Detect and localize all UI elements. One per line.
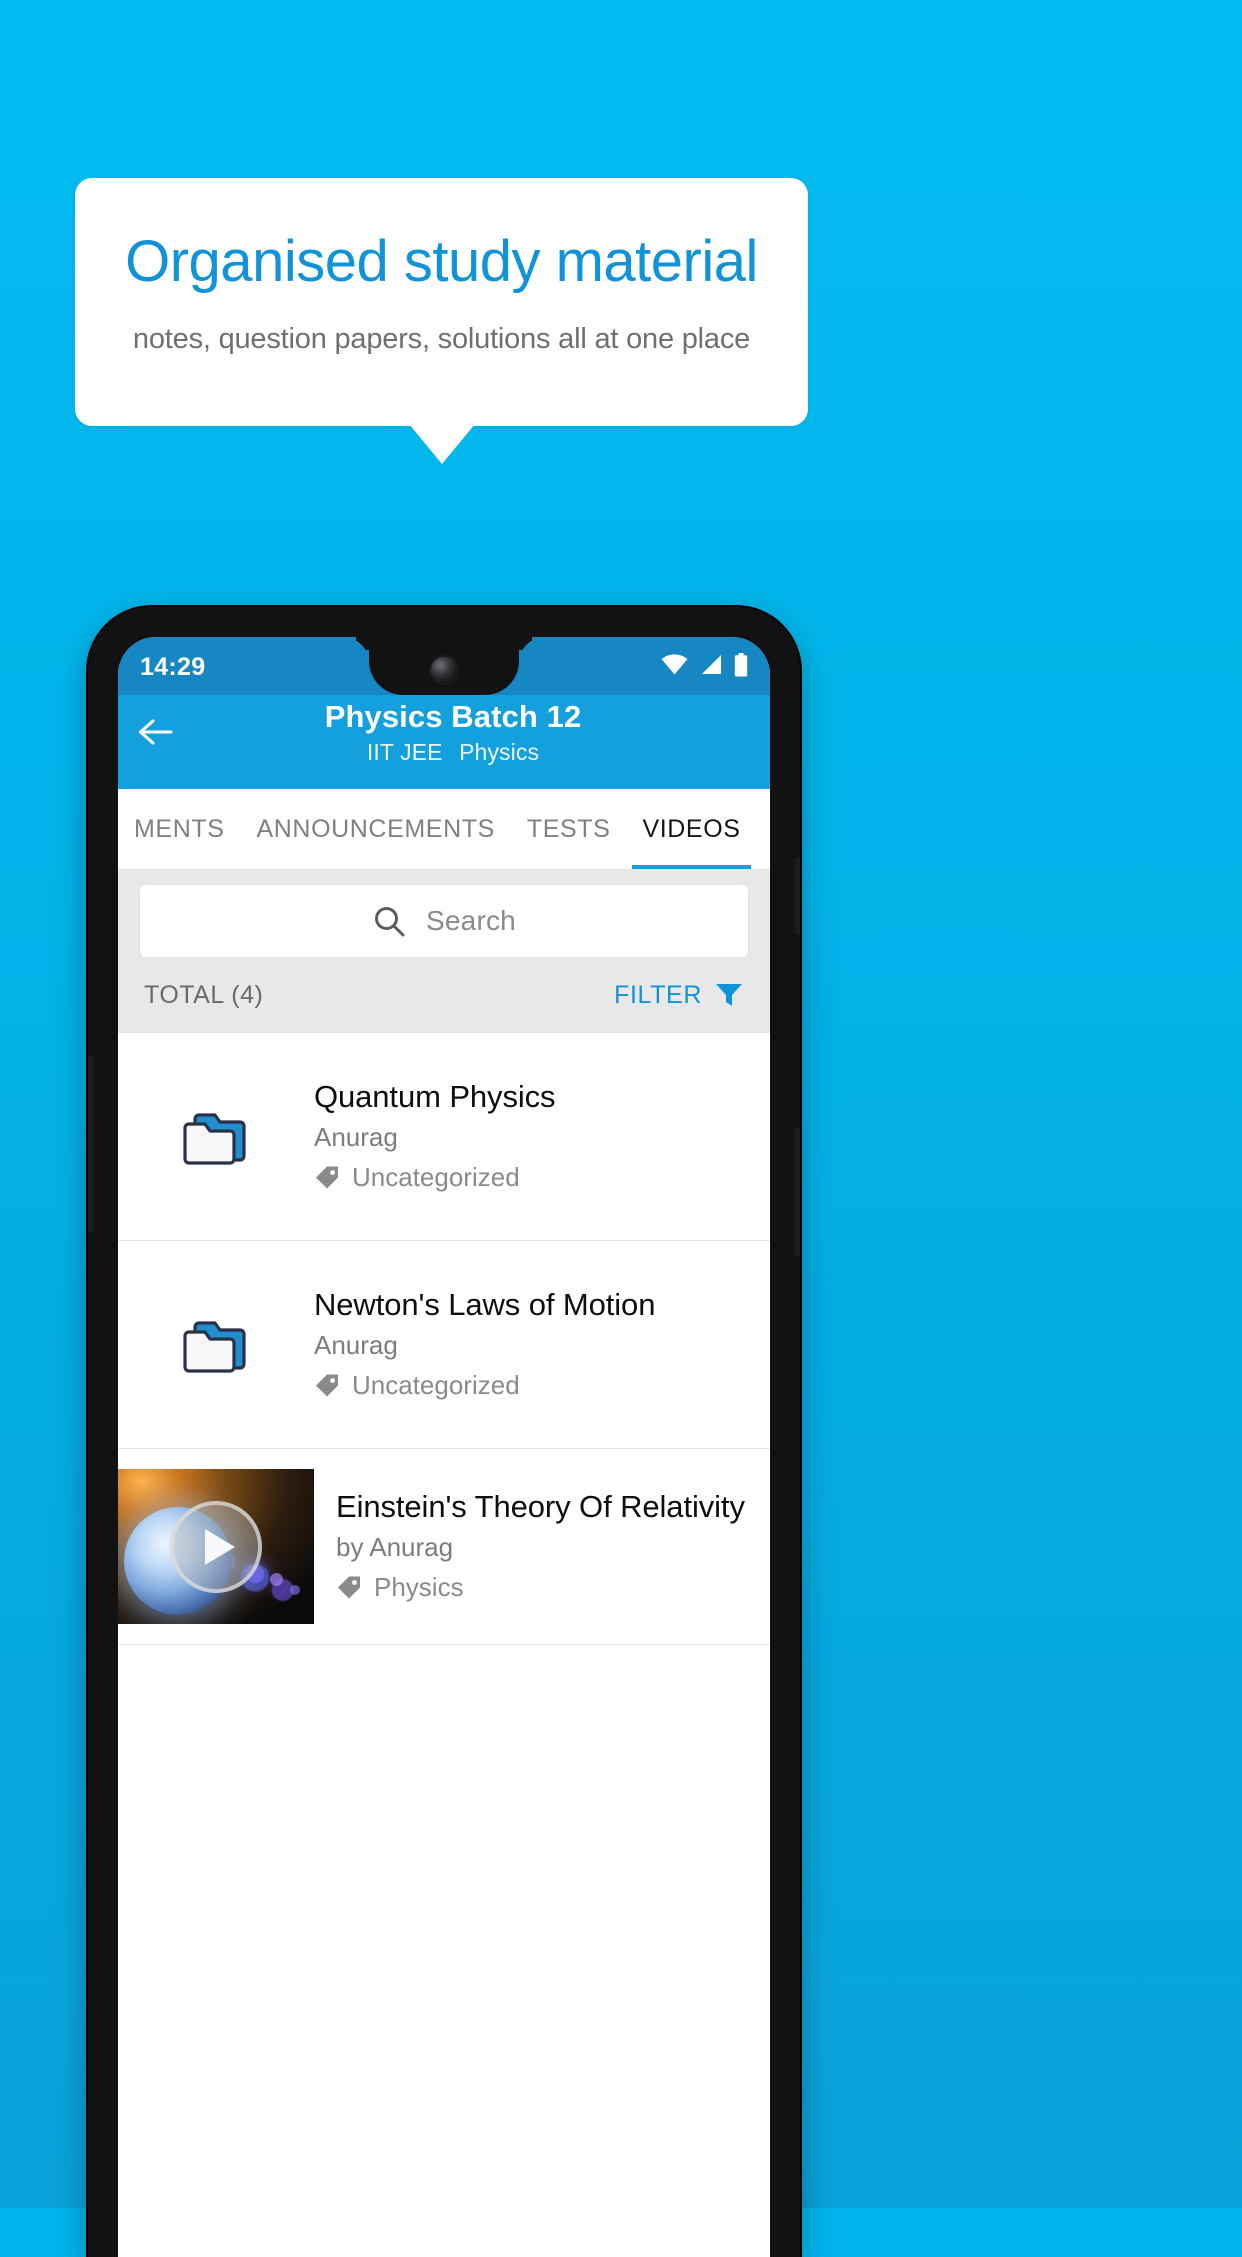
list-item-title: Einstein's Theory Of Relativity bbox=[336, 1489, 745, 1525]
list-item-text: Quantum Physics Anurag Uncategorized bbox=[314, 1079, 744, 1193]
phone-mockup: 14:29 Physics Batch 12 IIT JEE Physics M… bbox=[88, 607, 800, 2257]
list-item-tagline: Physics bbox=[336, 1572, 760, 1603]
play-icon[interactable] bbox=[170, 1500, 262, 1593]
list-item-tag: Uncategorized bbox=[352, 1161, 520, 1192]
tab-tests[interactable]: TESTS bbox=[511, 789, 627, 869]
tag-icon bbox=[316, 1374, 338, 1397]
tab-announcements[interactable]: ANNOUNCEMENTS bbox=[241, 789, 511, 869]
list-item-title: Newton's Laws of Motion bbox=[314, 1287, 656, 1323]
list-item[interactable]: Einstein's Theory Of Relativity by Anura… bbox=[118, 1449, 770, 1645]
folder-icon bbox=[118, 1107, 314, 1167]
subject-label: Physics bbox=[459, 738, 540, 765]
video-thumbnail[interactable] bbox=[118, 1469, 314, 1624]
list-item[interactable]: Newton's Laws of Motion Anurag Uncategor… bbox=[118, 1241, 770, 1449]
app-bar: Physics Batch 12 IIT JEE Physics bbox=[118, 695, 770, 789]
front-camera bbox=[431, 657, 457, 683]
page-subtitle: IIT JEE Physics bbox=[196, 739, 710, 766]
tab-assignments[interactable]: MENTS bbox=[118, 789, 241, 869]
filter-button[interactable]: FILTER bbox=[614, 980, 744, 1010]
promo-card-tail bbox=[409, 424, 475, 464]
list-item-tagline: Uncategorized bbox=[314, 1370, 734, 1401]
wifi-icon bbox=[661, 654, 688, 680]
page-title: Physics Batch 12 bbox=[324, 699, 582, 734]
list-item-tag: Uncategorized bbox=[352, 1369, 520, 1400]
app-bar-titles: Physics Batch 12 IIT JEE Physics bbox=[196, 699, 770, 766]
filter-funnel-icon bbox=[716, 984, 742, 1006]
search-input[interactable]: Search bbox=[140, 885, 748, 957]
back-arrow-icon bbox=[139, 719, 173, 745]
signal-icon bbox=[699, 654, 723, 680]
tab-videos[interactable]: VIDEOS bbox=[626, 789, 756, 869]
search-section: Search bbox=[118, 871, 770, 957]
filter-label: FILTER bbox=[614, 980, 702, 1009]
battery-icon bbox=[734, 652, 748, 682]
status-clock: 14:29 bbox=[140, 652, 206, 681]
list-item-author: Anurag bbox=[314, 1329, 398, 1360]
phone-button-right-upper bbox=[795, 857, 800, 935]
list-item[interactable]: Quantum Physics Anurag Uncategorized bbox=[118, 1033, 770, 1241]
folder-icon bbox=[118, 1315, 314, 1375]
lens-flare bbox=[290, 1585, 300, 1595]
tag-icon bbox=[316, 1166, 338, 1189]
list-item-title: Quantum Physics bbox=[314, 1079, 556, 1115]
phone-screen: 14:29 Physics Batch 12 IIT JEE Physics M… bbox=[118, 637, 770, 2257]
list-item-tagline: Uncategorized bbox=[314, 1162, 734, 1193]
list-item-author: Anurag bbox=[314, 1121, 398, 1152]
search-placeholder: Search bbox=[426, 905, 516, 936]
back-button[interactable] bbox=[118, 701, 196, 747]
content-list: Quantum Physics Anurag Uncategorized New… bbox=[118, 1033, 770, 1645]
list-item-author: by Anurag bbox=[336, 1531, 454, 1562]
tag-icon bbox=[338, 1576, 360, 1599]
list-item-text: Newton's Laws of Motion Anurag Uncategor… bbox=[314, 1287, 744, 1401]
search-icon bbox=[375, 907, 405, 937]
phone-button-left bbox=[88, 1055, 93, 1233]
promo-card: Organised study material notes, question… bbox=[75, 178, 808, 426]
promo-subtitle: notes, question papers, solutions all at… bbox=[132, 323, 751, 355]
exam-label: IIT JEE bbox=[366, 738, 443, 765]
list-item-text: Einstein's Theory Of Relativity by Anura… bbox=[314, 1489, 770, 1603]
total-count: TOTAL (4) bbox=[144, 980, 264, 1009]
lens-flare bbox=[270, 1573, 283, 1586]
phone-button-right-lower bbox=[795, 1127, 800, 1257]
summary-row: TOTAL (4) FILTER bbox=[118, 957, 770, 1033]
list-item-tag: Physics bbox=[374, 1571, 464, 1602]
tab-bar: MENTS ANNOUNCEMENTS TESTS VIDEOS bbox=[118, 789, 770, 869]
promo-title: Organised study material bbox=[125, 229, 758, 294]
status-icons bbox=[661, 652, 748, 682]
play-triangle bbox=[205, 1528, 235, 1565]
